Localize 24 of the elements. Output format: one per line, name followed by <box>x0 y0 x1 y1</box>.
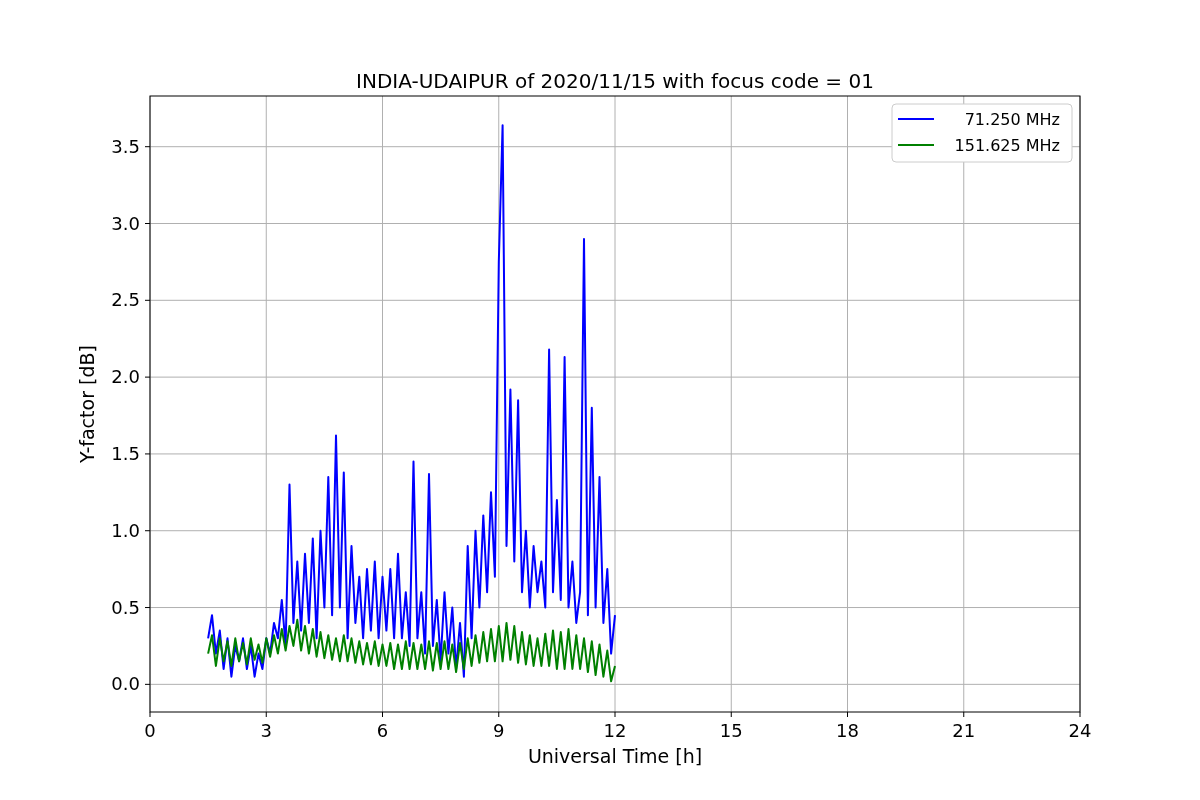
legend-label: 71.250 MHz <box>964 110 1060 129</box>
tick-label: 0.0 <box>111 673 140 695</box>
tick-label: 24 <box>1068 720 1092 741</box>
tick-label: 21 <box>952 720 976 741</box>
tick-label: 3.5 <box>111 135 140 157</box>
legend-label: 151.625 MHz <box>954 136 1060 155</box>
y-axis-label: Y-factor [dB] <box>76 345 98 463</box>
legend-line <box>897 118 935 120</box>
tick-label: 3.0 <box>111 212 140 234</box>
tick-label: 3 <box>260 720 272 741</box>
tick-label: 2.5 <box>111 289 140 311</box>
tick-label: 6 <box>376 720 389 741</box>
tick-label: 0 <box>144 720 156 741</box>
tick-label: 12 <box>603 720 627 741</box>
tick-label: 1.5 <box>111 442 140 464</box>
tick-label: 0.5 <box>111 596 140 618</box>
tick-label: 15 <box>719 720 743 741</box>
tick-label: 9 <box>493 720 505 741</box>
x-axis-label: Universal Time [h] <box>527 745 703 767</box>
tick-label: 2.0 <box>111 366 140 388</box>
tick-label: 18 <box>836 720 859 741</box>
chart-title: INDIA-UDAIPUR of 2020/11/15 with focus code = 01 <box>356 69 874 93</box>
legend-line <box>897 144 935 146</box>
tick-label: 1.0 <box>111 519 140 541</box>
